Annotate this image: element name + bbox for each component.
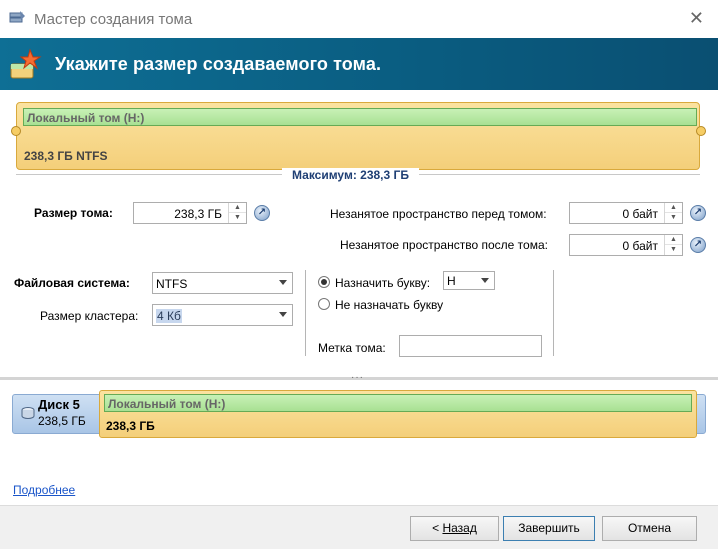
cancel-button[interactable]: Отмена — [602, 516, 697, 541]
space-after-label: Незанятое пространство после тома: — [340, 238, 548, 252]
volume-preview-name: Локальный том (H:) — [27, 111, 145, 125]
disk-icon — [21, 407, 35, 419]
assign-letter-label: Назначить букву: — [335, 276, 431, 290]
volume-size-up-icon[interactable]: ▲ — [229, 203, 246, 213]
space-before-down-icon[interactable]: ▼ — [665, 213, 682, 223]
volume-size-arrows: ▲ ▼ — [228, 203, 246, 223]
space-after-down-icon[interactable]: ▼ — [665, 245, 682, 255]
resize-handle-left[interactable] — [11, 126, 21, 136]
volume-size-label: Размер тома: — [34, 206, 113, 220]
options-divider-right — [553, 270, 554, 356]
disk-volume-size: 238,3 ГБ — [106, 419, 155, 433]
drive-letter-value: H — [447, 274, 456, 288]
disk-volume-name: Локальный том (H:) — [108, 397, 226, 411]
options-divider-left — [305, 270, 306, 356]
chevron-down-icon — [279, 280, 287, 285]
volume-preview[interactable]: Локальный том (H:) 238,3 ГБ NTFS — [16, 102, 700, 170]
no-letter-label: Не назначать букву — [335, 298, 444, 312]
volume-preview-name-bar: Локальный том (H:) — [23, 108, 697, 126]
volume-size-down-icon[interactable]: ▼ — [229, 213, 246, 223]
volume-label-label: Метка тома: — [318, 341, 386, 355]
no-letter-radio[interactable] — [318, 298, 330, 310]
filesystem-label: Файловая система: — [14, 276, 130, 290]
volume-label-input[interactable] — [399, 335, 542, 357]
cluster-size-value: 4 Кб — [156, 309, 182, 323]
space-after-value: 0 байт — [622, 239, 658, 253]
space-before-label: Незанятое пространство перед томом: — [330, 207, 547, 221]
assign-letter-radio[interactable] — [318, 276, 330, 288]
disk-size: 238,5 ГБ — [38, 414, 86, 428]
back-button[interactable]: < Назад — [410, 516, 499, 541]
space-after-arrows: ▲ ▼ — [664, 235, 682, 255]
filesystem-value: NTFS — [156, 277, 188, 291]
resize-handle-right[interactable] — [696, 126, 706, 136]
space-after-max-icon[interactable]: ↗ — [690, 237, 706, 253]
maximum-size-label: Максимум: 238,3 ГБ — [282, 168, 419, 182]
window-title: Мастер создания тома — [34, 11, 193, 28]
space-before-value: 0 байт — [622, 207, 658, 221]
volume-size-value: 238,3 ГБ — [174, 207, 222, 221]
disk-name: Диск 5 — [38, 397, 80, 412]
cancel-button-label: Отмена — [627, 521, 672, 535]
chevron-down-icon — [279, 312, 287, 317]
cluster-size-select[interactable]: 4 Кб — [152, 304, 293, 326]
title-bar: Мастер создания тома ✕ — [0, 0, 718, 38]
space-before-max-icon[interactable]: ↗ — [690, 205, 706, 221]
wizard-app-icon — [9, 11, 25, 23]
finish-button[interactable]: Завершить — [503, 516, 595, 541]
space-before-up-icon[interactable]: ▲ — [665, 203, 682, 213]
space-after-spinner[interactable]: 0 байт ▲ ▼ — [569, 234, 683, 256]
close-icon[interactable]: ✕ — [689, 9, 704, 27]
space-before-spinner[interactable]: 0 байт ▲ ▼ — [569, 202, 683, 224]
back-button-label: Назад — [442, 521, 477, 535]
wizard-banner: Укажите размер создаваемого тома. — [0, 38, 718, 90]
volume-size-max-icon[interactable]: ↗ — [254, 205, 270, 221]
volume-size-spinner[interactable]: 238,3 ГБ ▲ ▼ — [133, 202, 247, 224]
new-volume-icon — [10, 48, 42, 79]
drive-letter-select[interactable]: H — [443, 271, 495, 290]
space-before-arrows: ▲ ▼ — [664, 203, 682, 223]
page-heading: Укажите размер создаваемого тома. — [55, 54, 382, 74]
filesystem-select[interactable]: NTFS — [152, 272, 293, 294]
disk-volume-block[interactable]: Локальный том (H:) 238,3 ГБ — [99, 390, 697, 438]
finish-button-label: Завершить — [518, 521, 580, 535]
space-after-up-icon[interactable]: ▲ — [665, 235, 682, 245]
volume-preview-info: 238,3 ГБ NTFS — [24, 149, 108, 163]
more-info-link[interactable]: Подробнее — [13, 483, 75, 497]
back-button-prefix: < — [432, 521, 443, 535]
disk-volume-name-bar: Локальный том (H:) — [104, 394, 692, 412]
chevron-down-icon — [481, 278, 489, 283]
cluster-size-label: Размер кластера: — [40, 309, 139, 323]
